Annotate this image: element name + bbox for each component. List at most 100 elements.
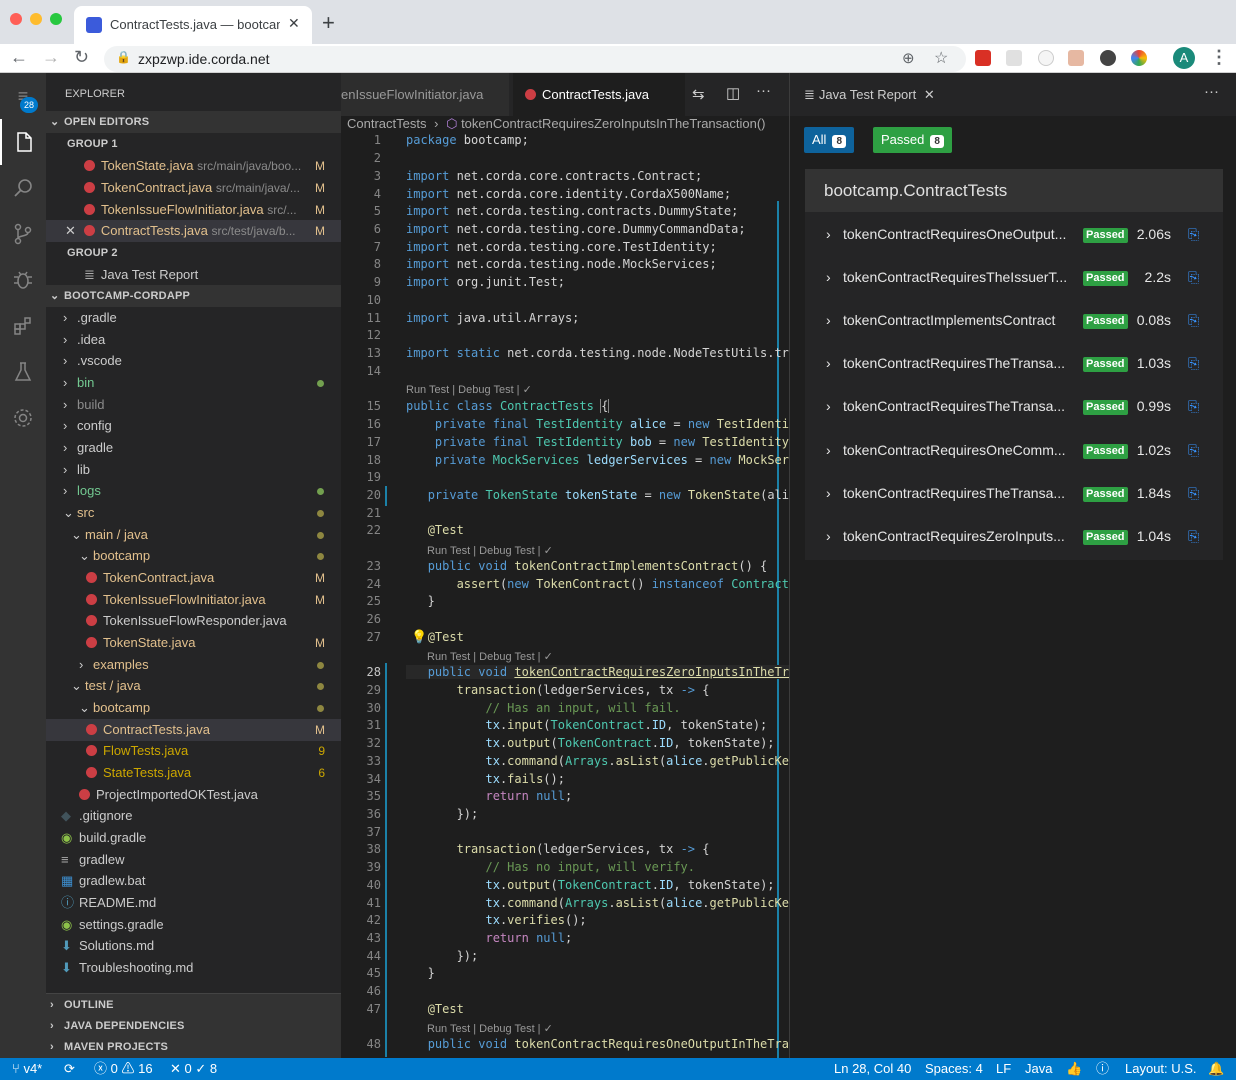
browser-tab[interactable]: ContractTests.java — bootcamp ✕ (74, 6, 312, 44)
tree-folder[interactable]: › examples (46, 654, 341, 676)
tree-folder[interactable]: › config (46, 415, 341, 437)
extension-icon[interactable] (1006, 50, 1022, 66)
code-line[interactable]: import net.corda.core.identity.CordaX500… (406, 187, 789, 201)
debug-icon[interactable] (0, 257, 46, 303)
go-to-source-icon[interactable]: ⎘ (1188, 515, 1199, 558)
code-line[interactable]: import net.corda.testing.node.MockServic… (406, 257, 789, 271)
breadcrumb-method[interactable]: tokenContractRequiresZeroInputsInTheTran… (461, 116, 765, 131)
tree-file-selected[interactable]: ContractTests.java M (46, 719, 341, 741)
tree-folder[interactable]: › .idea (46, 329, 341, 351)
code-line[interactable]: import static net.corda.testing.node.Nod… (406, 346, 789, 360)
code-line[interactable]: public void tokenContractRequiresOneOutp… (406, 1037, 789, 1051)
address-bar[interactable]: 🔒 zxpzwp.ide.corda.net ⊕ ☆ (104, 46, 966, 72)
code-line[interactable]: import org.junit.Test; (406, 275, 789, 289)
minimize-window-button[interactable] (30, 13, 42, 25)
outline-header[interactable]: › OUTLINE (46, 993, 341, 1015)
tree-folder[interactable]: › lib (46, 459, 341, 481)
code-line[interactable]: import net.corda.testing.core.DummyComma… (406, 222, 789, 236)
code-line[interactable]: tx.input(TokenContract.ID, tokenState); (406, 718, 789, 732)
indentation[interactable]: Spaces: 4 (925, 1058, 983, 1080)
run-debug-codelens[interactable]: Run Test | Debug Test | ✓ (406, 383, 532, 396)
code-line[interactable]: } (406, 594, 789, 608)
code-line[interactable]: } (406, 966, 789, 980)
tree-folder[interactable]: › logs (46, 480, 341, 502)
code-line[interactable]: @Test (406, 630, 789, 644)
language-mode[interactable]: Java (1025, 1058, 1052, 1080)
code-line[interactable]: return null; (406, 789, 789, 803)
test-result-row[interactable]: › tokenContractRequiresOneOutput... Pass… (805, 213, 1223, 256)
more-actions-icon[interactable]: ··· (756, 82, 771, 99)
code-line[interactable]: return null; (406, 931, 789, 945)
code-line[interactable]: }); (406, 807, 789, 821)
tree-file[interactable]: FlowTests.java 9 (46, 740, 341, 762)
open-editors-header[interactable]: ⌄ OPEN EDITORS (46, 111, 341, 133)
menu-icon[interactable]: ⋮ (1210, 47, 1228, 68)
test-result-row[interactable]: › tokenContractRequiresTheTransa... Pass… (805, 385, 1223, 428)
code-line[interactable]: tx.output(TokenContract.ID, tokenState); (406, 878, 789, 892)
more-actions-icon[interactable]: ··· (1204, 83, 1219, 100)
code-line[interactable]: }); (406, 949, 789, 963)
source-control-icon[interactable]: 28 (0, 97, 46, 257)
test-result-row[interactable]: › tokenContractRequiresZeroInputs... Pas… (805, 515, 1223, 558)
test-result-row[interactable]: › tokenContractRequiresTheIssuerT... Pas… (805, 256, 1223, 299)
tree-folder[interactable]: › .gradle (46, 307, 341, 329)
extension-icon[interactable] (1038, 50, 1054, 66)
explorer-icon[interactable] (0, 119, 46, 165)
tree-folder[interactable]: › .vscode (46, 350, 341, 372)
tree-file[interactable]: ⓘ README.md (46, 892, 341, 914)
tree-folder[interactable]: ⌄ bootcamp (46, 697, 341, 719)
code-line[interactable]: private final TestIdentity alice = new T… (406, 417, 789, 431)
code-line[interactable]: transaction(ledgerServices, tx -> { (406, 842, 789, 856)
tree-file[interactable]: StateTests.java 6 (46, 762, 341, 784)
tree-file[interactable]: ⬇ Solutions.md (46, 935, 341, 957)
sync-icon[interactable]: ⟳ (64, 1058, 75, 1080)
extension-icon[interactable] (1131, 50, 1147, 66)
go-to-source-icon[interactable]: ⎘ (1188, 213, 1199, 256)
search-icon[interactable] (0, 165, 46, 211)
tree-file[interactable]: TokenIssueFlowResponder.java (46, 610, 341, 632)
forward-icon[interactable]: → (42, 47, 60, 68)
close-icon[interactable]: ✕ (65, 223, 76, 238)
code-line[interactable]: @Test (406, 1002, 789, 1016)
extension-icon[interactable] (975, 50, 991, 66)
code-line[interactable]: public class ContractTests { (406, 399, 789, 413)
test-status-indicator[interactable]: ✕ 0 ✓ 8 (170, 1058, 217, 1080)
cursor-position[interactable]: Ln 28, Col 40 (834, 1058, 911, 1080)
open-editor-item[interactable]: TokenIssueFlowInitiator.java src/... M (46, 199, 341, 221)
code-line[interactable]: assert(new TokenContract() instanceof Co… (406, 577, 789, 591)
maximize-window-button[interactable] (50, 13, 62, 25)
tree-file[interactable]: ≡ gradlew (46, 849, 341, 871)
test-result-row[interactable]: › tokenContractImplementsContract Passed… (805, 299, 1223, 342)
open-editor-item[interactable]: TokenState.java src/main/java/boo... M (46, 155, 341, 177)
bookmark-star-icon[interactable]: ☆ (934, 48, 948, 68)
breadcrumb-file[interactable]: ContractTests (347, 116, 426, 131)
close-icon[interactable]: ✕ (924, 87, 935, 102)
tree-file[interactable]: TokenIssueFlowInitiator.java M (46, 589, 341, 611)
maven-projects-header[interactable]: › MAVEN PROJECTS (46, 1036, 341, 1058)
code-line[interactable]: private MockServices ledgerServices = ne… (406, 453, 789, 467)
problems-indicator[interactable]: ⓧ 0 ⚠ 16 (94, 1058, 153, 1080)
open-changes-icon[interactable]: ⇆ (692, 85, 705, 103)
new-tab-button[interactable]: + (322, 10, 335, 36)
tree-file[interactable]: ▦ gradlew.bat (46, 870, 341, 892)
group1-header[interactable]: GROUP 1 (46, 133, 341, 155)
tree-folder[interactable]: › build (46, 394, 341, 416)
run-debug-codelens[interactable]: Run Test | Debug Test | ✓ (427, 544, 553, 557)
java-dependencies-header[interactable]: › JAVA DEPENDENCIES (46, 1015, 341, 1037)
extensions-icon[interactable] (0, 303, 46, 349)
testing-flask-icon[interactable] (0, 349, 46, 395)
tree-file[interactable]: TokenContract.java M (46, 567, 341, 589)
profile-avatar[interactable]: A (1173, 47, 1195, 69)
close-window-button[interactable] (10, 13, 22, 25)
go-to-source-icon[interactable]: ⎘ (1188, 342, 1199, 385)
notifications-bell-icon[interactable]: 🔔 (1208, 1058, 1224, 1080)
tree-file[interactable]: ◆ .gitignore (46, 805, 341, 827)
code-line[interactable]: import net.corda.testing.core.TestIdenti… (406, 240, 789, 254)
code-line-current[interactable]: public void tokenContractRequiresZeroInp… (406, 665, 789, 679)
code-line[interactable]: // Has no input, will verify. (406, 860, 789, 874)
tree-folder[interactable]: ⌄ src (46, 502, 341, 524)
code-line[interactable]: private TokenState tokenState = new Toke… (406, 488, 789, 502)
tree-file[interactable]: ⬇ Troubleshooting.md (46, 957, 341, 979)
extension-icon[interactable] (1068, 50, 1084, 66)
code-line[interactable]: @Test (406, 523, 789, 537)
